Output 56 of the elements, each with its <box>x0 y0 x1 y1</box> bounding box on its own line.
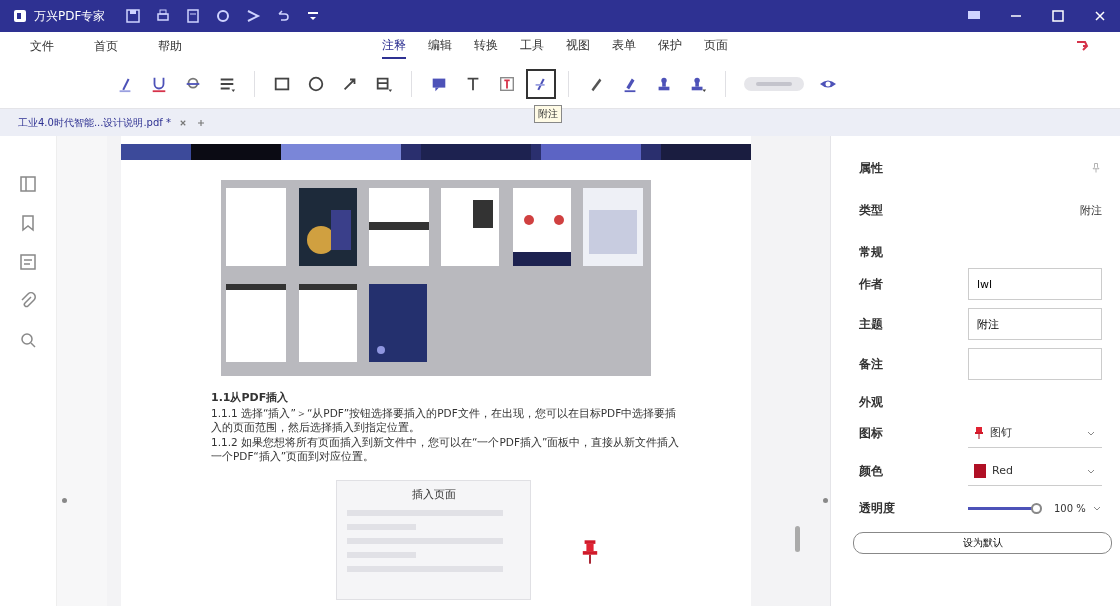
document-icon[interactable] <box>185 8 202 24</box>
menu-item[interactable]: 文件 <box>30 37 54 55</box>
ribbon-tab[interactable]: 视图 <box>566 33 590 59</box>
collapse-handle[interactable] <box>62 498 67 503</box>
area-icon <box>375 75 393 93</box>
input-field[interactable]: 附注 <box>968 308 1102 340</box>
field-value: 附注 <box>1080 202 1102 218</box>
section-heading: 1.1从PDF插入 <box>211 390 290 405</box>
textbox-icon <box>498 75 516 93</box>
circle-icon <box>307 75 325 93</box>
underline-icon <box>150 75 168 93</box>
toggle-switch[interactable] <box>744 77 804 91</box>
pushpin-icon <box>974 426 984 439</box>
window-title: 万兴PDF专家 <box>34 7 106 25</box>
menu-item[interactable]: 首页 <box>94 37 118 55</box>
print-icon[interactable] <box>155 8 172 24</box>
note-tool-button[interactable] <box>526 69 556 99</box>
tooltip: 附注 <box>534 105 562 123</box>
input-field[interactable]: lwl <box>968 268 1102 300</box>
ribbon-tab[interactable]: 注释 <box>382 33 406 59</box>
ribbon-tab[interactable]: 保护 <box>658 33 682 59</box>
thumbnail-icon[interactable] <box>18 174 38 194</box>
ribbon-tab[interactable]: 编辑 <box>428 33 452 59</box>
save-icon[interactable] <box>125 8 142 24</box>
stamp2-icon <box>689 75 707 93</box>
field-label: 颜色 <box>859 462 883 480</box>
field-label: 透明度 <box>859 499 895 517</box>
paragraph: 1.1.1 选择“插入”＞“从PDF”按钮选择要插入的PDF文件，在出现，您可以在目标PDF中选择要插入的页面范围，然后选择插入到指定位置。 <box>211 406 678 434</box>
section-label: 常规 <box>859 243 883 261</box>
dialog-title: 插入页面 <box>410 487 457 502</box>
set-default-button[interactable]: 设为默认 <box>853 532 1112 554</box>
menu-item[interactable]: 帮助 <box>158 37 182 55</box>
ribbon-tab[interactable]: 页面 <box>704 33 728 59</box>
section-label: 外观 <box>859 393 883 411</box>
app-logo-icon <box>12 8 28 24</box>
pushpin-icon[interactable] <box>581 540 599 564</box>
panel-title: 属性 <box>859 159 883 177</box>
color-dropdown[interactable]: Red <box>968 456 1102 486</box>
search-icon[interactable] <box>18 330 38 350</box>
ribbon-tab[interactable]: 工具 <box>520 33 544 59</box>
document-tab[interactable]: 工业4.0时代智能...设计说明.pdf * <box>18 115 171 130</box>
input-field[interactable] <box>968 348 1102 380</box>
opacity-value: 100 % <box>1054 502 1086 514</box>
field-label: 备注 <box>859 355 883 373</box>
field-label: 作者 <box>859 275 883 293</box>
ribbon-tab[interactable]: 表单 <box>612 33 636 59</box>
scroll-bar[interactable] <box>795 526 800 552</box>
field-label: 主题 <box>859 315 883 333</box>
collapse-handle[interactable] <box>823 498 828 503</box>
maximize-icon[interactable] <box>1050 8 1066 24</box>
icon-dropdown[interactable]: 图钉 <box>968 418 1102 448</box>
field-label: 图标 <box>859 424 883 442</box>
field-label: 类型 <box>859 201 883 219</box>
paragraph: 1.1.2 如果您想将所有页面插入到新文件中，您可以在“一个PDF插入”面板中，直接从新文件插入一个PDF“插入”页面到对应位置。 <box>211 435 681 463</box>
ribbon-tab[interactable]: 转换 <box>474 33 498 59</box>
rect-icon <box>273 75 291 93</box>
